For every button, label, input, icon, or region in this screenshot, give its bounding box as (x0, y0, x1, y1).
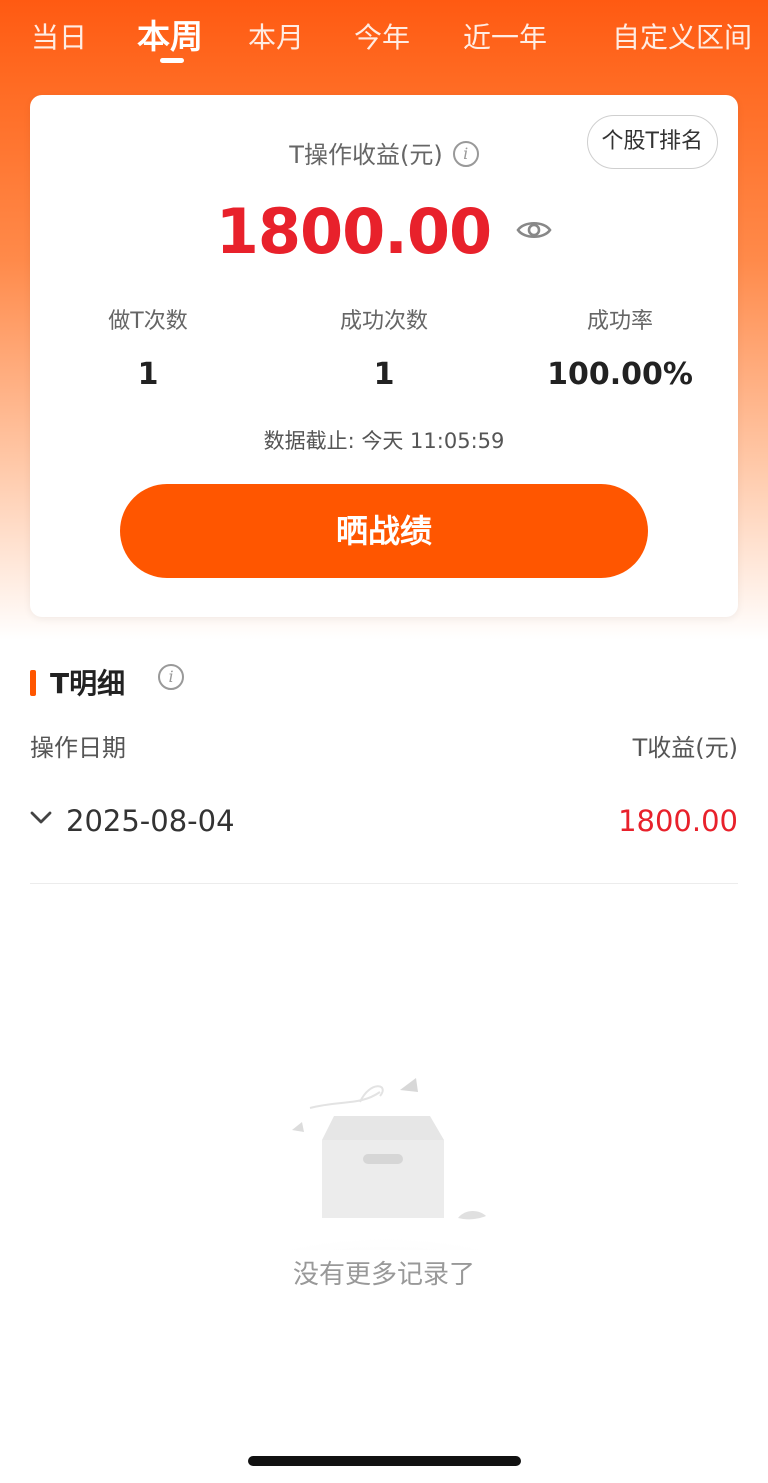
data-updated-time: 数据截止: 今天 11:05:59 (263, 429, 505, 453)
profit-value: 1800.00 (215, 195, 492, 268)
stat-label: 做T次数 (108, 309, 188, 334)
profit-label: T操作收益(元) (289, 141, 443, 169)
stat-success-rate: 成功率 100.00% (502, 303, 738, 392)
column-header-profit: T收益(元) (632, 734, 738, 762)
chevron-down-icon[interactable] (30, 810, 52, 830)
stat-label: 成功次数 (339, 309, 428, 334)
share-results-button[interactable]: 晒战绩 (120, 484, 648, 578)
home-indicator (248, 1456, 521, 1466)
summary-card: 个股T排名 T操作收益(元) i 1800.00 做T次数 1 成功次数 1 成功… (30, 95, 738, 617)
stat-value: 1 (373, 357, 395, 392)
stat-t-count: 做T次数 1 (30, 303, 266, 392)
tab-custom-range[interactable]: 自定义区间 (612, 16, 752, 56)
row-profit: 1800.00 (618, 804, 738, 838)
eye-icon[interactable] (516, 218, 552, 246)
divider (30, 883, 738, 884)
profit-row: 1800.00 (30, 195, 738, 268)
empty-box-illustration (230, 1070, 540, 1310)
period-tabs: 当日 本周 本月 今年 近一年 自定义区间 (0, 0, 768, 80)
stat-value: 100.00% (547, 357, 693, 392)
row-date: 2025-08-04 (66, 804, 235, 838)
tab-this-year[interactable]: 今年 (354, 16, 410, 56)
empty-state-text: 没有更多记录了 (292, 1260, 475, 1290)
stat-label: 成功率 (586, 309, 653, 334)
tab-today[interactable]: 当日 (31, 16, 87, 56)
stat-success-count: 成功次数 1 (266, 303, 502, 392)
section-title: T明细 (50, 667, 126, 700)
active-tab-indicator (160, 58, 184, 63)
info-icon[interactable]: i (158, 664, 184, 690)
section-accent-bar (30, 670, 36, 696)
tab-this-month[interactable]: 本月 (248, 16, 304, 56)
column-header-date: 操作日期 (30, 734, 126, 762)
profit-label-row: T操作收益(元) i (30, 135, 738, 170)
tab-this-week[interactable]: 本周 (137, 10, 203, 58)
info-icon[interactable]: i (452, 141, 479, 167)
list-item[interactable]: 2025-08-04 1800.00 (30, 796, 738, 852)
stat-value: 1 (137, 357, 159, 392)
tab-last-year[interactable]: 近一年 (463, 16, 547, 56)
